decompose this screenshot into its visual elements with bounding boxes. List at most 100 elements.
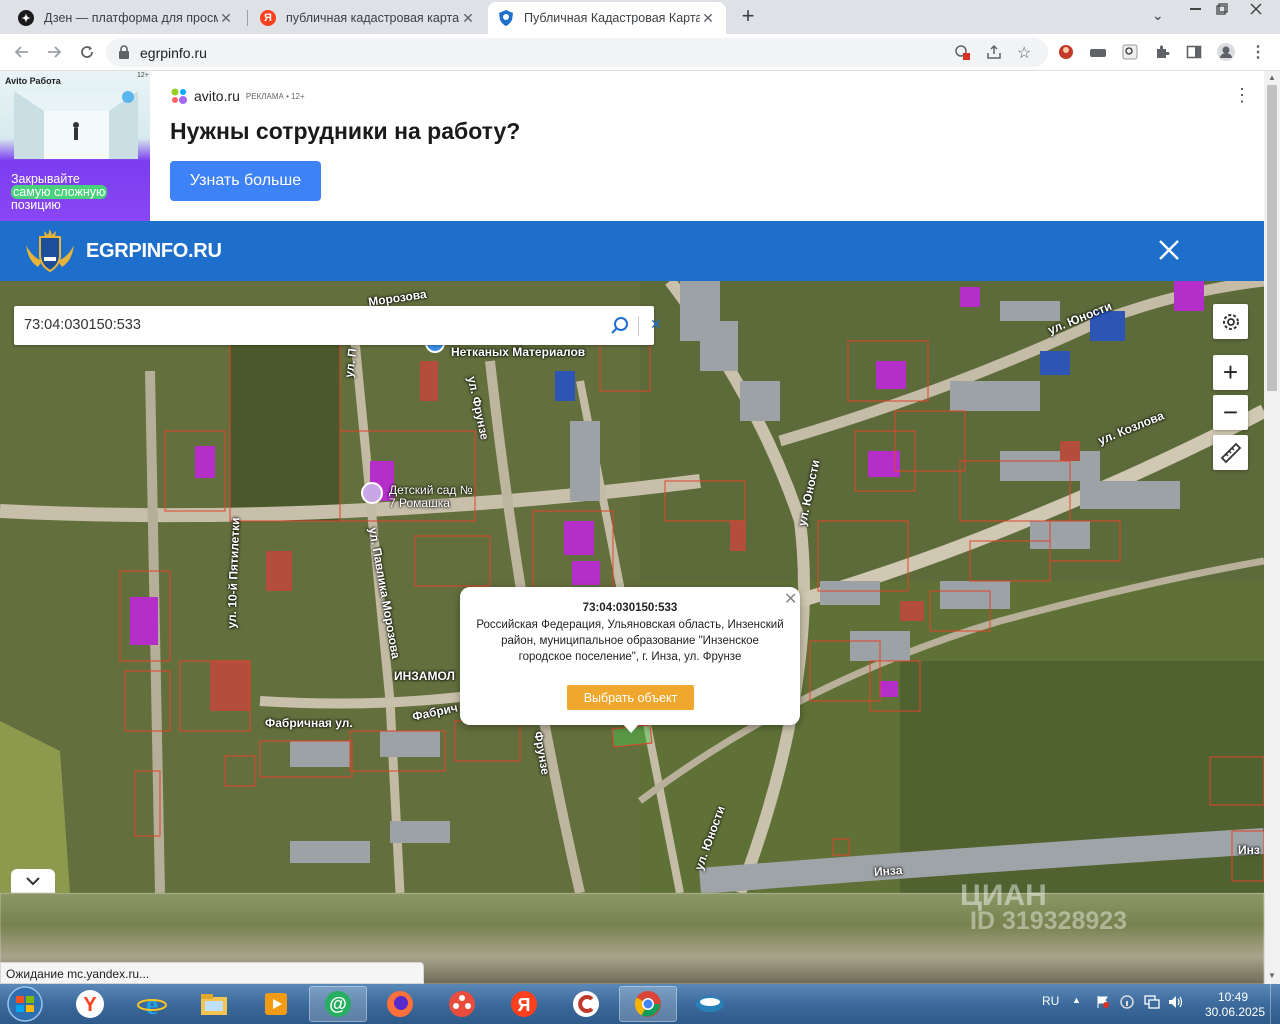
tab-dzen[interactable]: ✦ Дзен — платформа для просмотра ✕: [8, 2, 244, 34]
close-icon[interactable]: [1156, 237, 1182, 263]
map-label-fabrichnaya: Фабричная ул.: [265, 716, 353, 730]
cadastral-search-input[interactable]: [24, 314, 594, 336]
info-icon[interactable]: [1120, 995, 1134, 1012]
svg-text:Я: Я: [518, 995, 531, 1015]
new-tab-button[interactable]: +: [738, 4, 758, 28]
show-desktop-button[interactable]: [1270, 984, 1280, 1024]
map-label-inza: Инза: [873, 863, 903, 879]
taskbar-yandex-browser-icon[interactable]: Y: [61, 986, 119, 1022]
restore-icon[interactable]: [1208, 0, 1236, 18]
ad-image-text-line: самую сложную: [11, 185, 108, 199]
taskbar-mail-icon[interactable]: @: [309, 986, 367, 1022]
map-label-detsad2: 7 Ромашка: [389, 496, 450, 510]
map-label-detsad: Детский сад №: [389, 483, 473, 497]
tray-expand-icon[interactable]: ▲: [1072, 995, 1081, 1005]
ruler-icon[interactable]: [1213, 435, 1248, 470]
ad-meta: avito.ru РЕКЛАМА • 12+: [170, 87, 305, 105]
windows-taskbar: Y e @ Я RU ▲ 10:49 30.06.2025: [0, 984, 1280, 1024]
tab-yandex[interactable]: Я публичная кадастровая карта — Яндекс ✕: [250, 2, 486, 34]
close-tab-icon[interactable]: ✕: [700, 10, 716, 27]
network-icon[interactable]: [1144, 995, 1160, 1012]
url-text: egrpinfo.ru: [140, 45, 207, 61]
collapse-panel-button[interactable]: [11, 869, 55, 893]
taskbar-firefox-icon[interactable]: [371, 986, 429, 1022]
extension-hat-icon[interactable]: [1088, 42, 1108, 62]
close-window-icon[interactable]: [1236, 0, 1276, 18]
zoom-in-button[interactable]: +: [1213, 355, 1248, 390]
popup-tail: [622, 723, 640, 733]
map-label-inza2: Инз: [1238, 843, 1260, 857]
language-indicator[interactable]: RU: [1042, 994, 1059, 1008]
forward-icon[interactable]: [44, 42, 64, 62]
ad-title[interactable]: Нужны сотрудники на работу?: [170, 118, 520, 145]
taskbar-yandex-icon[interactable]: Я: [495, 986, 553, 1022]
minimize-icon[interactable]: [1182, 0, 1210, 18]
scroll-up-icon[interactable]: ▲: [1268, 73, 1276, 82]
popup-close-icon[interactable]: ✕: [784, 589, 797, 609]
zoom-out-button[interactable]: −: [1213, 395, 1248, 430]
browser-status-bar: Ожидание mc.yandex.ru...: [0, 962, 424, 984]
ad-banner[interactable]: Avito Работа 12+ Закрывайте самую сложну…: [0, 71, 1264, 221]
start-button[interactable]: [4, 985, 46, 1023]
tab-title: Дзен — платформа для просмотра: [44, 11, 218, 25]
ad-image-age: 12+: [137, 72, 149, 79]
ad-site[interactable]: avito.ru: [194, 88, 240, 104]
page-scrollbar[interactable]: ▲ ▼: [1264, 71, 1280, 984]
clock-date[interactable]: 30.06.2025: [1200, 1005, 1270, 1019]
popup-cadastral-number: 73:04:030150:533: [582, 602, 678, 614]
tab-search-icon[interactable]: ⌄: [1152, 7, 1164, 24]
yandex-icon: Я: [260, 10, 276, 26]
taskbar-disk-icon[interactable]: [681, 986, 739, 1022]
clear-search-icon[interactable]: ✕: [650, 316, 662, 333]
flag-icon[interactable]: [1096, 995, 1110, 1012]
tab-separator: [247, 10, 248, 26]
taskbar-ccleaner-icon[interactable]: [557, 986, 615, 1022]
map-label-netkanyh: Нетканых Материалов: [451, 345, 586, 359]
volume-icon[interactable]: [1168, 995, 1184, 1012]
avito-logo-icon: [171, 88, 187, 104]
browser-menu-icon[interactable]: ⋮: [1248, 42, 1268, 62]
map-label-inzamol: ИНЗАМОЛ: [394, 669, 455, 683]
extension-search-icon[interactable]: [1120, 42, 1140, 62]
tab-strip: ✦ Дзен — платформа для просмотра ✕ Я пуб…: [0, 0, 1280, 34]
ad-image-text-line: позицию: [11, 198, 61, 212]
tab-egrp[interactable]: Публичная Кадастровая Карта Росреестра ✕: [488, 2, 726, 34]
search-icon[interactable]: [610, 316, 630, 336]
address-bar[interactable]: egrpinfo.ru ☆: [106, 38, 1048, 67]
ad-image-text: Закрывайте самую сложную позицию: [11, 173, 141, 212]
select-object-button[interactable]: Выбрать объект: [567, 685, 694, 710]
ad-more-icon[interactable]: ⋮: [1233, 85, 1251, 106]
reload-icon[interactable]: [77, 42, 97, 62]
close-tab-icon[interactable]: ✕: [218, 10, 234, 27]
extension-avatar-icon[interactable]: [1056, 42, 1076, 62]
site-name[interactable]: EGRPINFO.RU: [86, 240, 222, 263]
settings-gear-icon[interactable]: [1213, 304, 1248, 339]
share-icon[interactable]: [986, 44, 1002, 65]
taskbar-media-player-icon[interactable]: [247, 986, 305, 1022]
egrp-emblem-icon[interactable]: [22, 227, 78, 275]
taskbar-explorer-icon[interactable]: [185, 986, 243, 1022]
ad-image-brand: Avito Работа: [5, 76, 61, 86]
taskbar-reel-icon[interactable]: [433, 986, 491, 1022]
scroll-down-icon[interactable]: ▼: [1268, 971, 1276, 980]
blocked-popup-icon[interactable]: [954, 44, 970, 65]
clock-time[interactable]: 10:49: [1213, 990, 1253, 1005]
svg-text:Y: Y: [83, 994, 97, 1016]
lock-icon[interactable]: [118, 45, 130, 64]
taskbar-ie-icon[interactable]: e: [123, 986, 181, 1022]
dzen-icon: ✦: [18, 10, 34, 26]
ad-image[interactable]: Avito Работа 12+ Закрывайте самую сложну…: [0, 71, 150, 221]
bookmark-star-icon[interactable]: ☆: [1017, 43, 1031, 63]
egrp-shield-icon: [498, 10, 514, 26]
profile-avatar-icon[interactable]: [1216, 42, 1236, 62]
back-icon[interactable]: [12, 42, 32, 62]
taskbar-chrome-icon[interactable]: [619, 986, 677, 1022]
satellite-map[interactable]: Морозова Нетканых Материалов ул. Фрунзе …: [0, 281, 1264, 893]
ad-learn-more-button[interactable]: Узнать больше: [170, 161, 321, 201]
side-panel-icon[interactable]: [1184, 42, 1204, 62]
popup-address: Российская Федерация, Ульяновская област…: [476, 619, 784, 663]
scrollbar-thumb[interactable]: [1267, 85, 1277, 391]
extensions-puzzle-icon[interactable]: [1152, 42, 1172, 62]
chevron-down-icon: [26, 877, 40, 886]
close-tab-icon[interactable]: ✕: [460, 10, 476, 27]
